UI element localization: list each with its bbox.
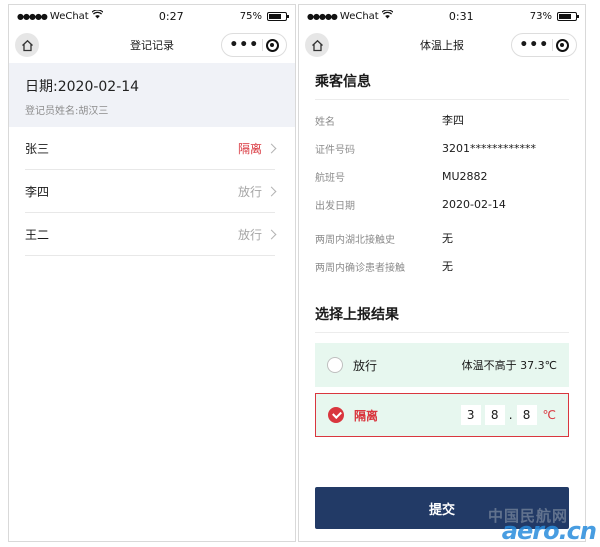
page-title: 体温上报 [420, 39, 464, 52]
field-label: 航班号 [315, 172, 345, 184]
decimal-point: . [508, 408, 513, 422]
chevron-right-icon [266, 229, 277, 239]
capsule-divider [551, 39, 553, 51]
temperature-digit-ones[interactable]: 8 [484, 405, 505, 425]
carrier-label: WeChat [339, 10, 379, 22]
passenger-name: 王二 [25, 227, 50, 242]
close-miniprogram-icon[interactable] [555, 38, 569, 52]
battery-icon [556, 11, 579, 21]
info-row-name: 姓名 李四 [315, 106, 569, 134]
watermark-logo: 中国民航网 aero.cn [426, 505, 597, 545]
field-value: MU2882 [442, 169, 488, 183]
status-bar: ●●●●● WeChat 0:27 75% [9, 5, 295, 27]
passenger-status: 放行 [237, 226, 277, 243]
status-label: 放行 [237, 184, 262, 199]
temperature-report-screen: ●●●●● WeChat 0:31 73% 体温上报 ••• 乘客信息 姓名 李… [298, 4, 586, 542]
battery-icon [266, 11, 289, 21]
passenger-status: 放行 [237, 183, 277, 200]
passenger-status: 隔离 [237, 140, 277, 157]
close-miniprogram-icon[interactable] [265, 38, 279, 52]
home-icon [311, 39, 323, 51]
battery-percent: 73% [529, 10, 552, 22]
home-button[interactable] [15, 33, 39, 57]
battery-percent: 75% [239, 10, 262, 22]
list-item[interactable]: 李四 放行 [25, 170, 277, 213]
page-title: 登记记录 [130, 39, 174, 52]
passenger-name: 张三 [25, 141, 50, 156]
watermark-en: aero.cn [501, 517, 597, 545]
info-row-departure-date: 出发日期 2020-02-14 [315, 190, 569, 218]
info-row-flight: 航班号 MU2882 [315, 162, 569, 190]
field-label: 两周内确诊患者接触 [315, 262, 405, 274]
status-label: 隔离 [237, 141, 262, 156]
signal-icon: ●●●●● [307, 11, 338, 21]
isolate-label: 隔离 [354, 408, 379, 423]
more-icon[interactable]: ••• [519, 38, 549, 52]
info-row-patient-contact: 两周内确诊患者接触 无 [315, 252, 569, 280]
passenger-info: 姓名 李四 证件号码 3201************ 航班号 MU2882 出… [299, 100, 585, 280]
wifi-icon [91, 9, 104, 22]
chevron-right-icon [266, 186, 277, 196]
clock: 0:31 [448, 9, 474, 23]
field-label: 姓名 [315, 116, 335, 128]
registration-records-screen: ●●●●● WeChat 0:27 75% 登记记录 ••• 日期:2020-0… [8, 4, 296, 542]
passenger-name: 李四 [25, 184, 50, 199]
signal-icon: ●●●●● [17, 11, 48, 21]
field-label: 证件号码 [315, 144, 355, 156]
capsule-divider [261, 39, 263, 51]
status-bar: ●●●●● WeChat 0:31 73% [299, 5, 585, 27]
result-title: 选择上报结果 [315, 307, 399, 323]
more-icon[interactable]: ••• [229, 38, 259, 52]
list-item[interactable]: 张三 隔离 [25, 127, 277, 170]
screenshot-stage: ●●●●● WeChat 0:27 75% 登记记录 ••• 日期:2020-0… [0, 0, 600, 547]
clock: 0:27 [158, 9, 184, 23]
temperature-digit-tens[interactable]: 3 [460, 405, 481, 425]
field-value: 李四 [442, 114, 464, 127]
date-header: 日期:2020-02-14 登记员姓名:胡汉三 [9, 63, 295, 127]
field-label: 出发日期 [315, 200, 355, 212]
record-date: 日期:2020-02-14 [25, 79, 140, 95]
wifi-icon [381, 9, 394, 22]
capsule-menu: ••• [221, 33, 287, 57]
status-label: 放行 [237, 227, 262, 242]
info-row-hubei-contact: 两周内湖北接触史 无 [315, 224, 569, 252]
release-label: 放行 [353, 358, 378, 373]
chevron-right-icon [266, 143, 277, 153]
home-icon [21, 39, 33, 51]
list-item[interactable]: 王二 放行 [25, 213, 277, 256]
field-value: 3201************ [442, 141, 536, 155]
passenger-list: 张三 隔离 李四 放行 王二 放行 [9, 127, 295, 256]
nav-bar: 体温上报 ••• [299, 27, 585, 63]
field-value: 无 [442, 232, 453, 245]
isolate-radio[interactable] [328, 407, 344, 423]
celsius-unit: ℃ [542, 408, 556, 422]
field-value: 2020-02-14 [442, 197, 506, 211]
release-option[interactable]: 放行 体温不高于 37.3℃ [315, 343, 569, 387]
home-button[interactable] [305, 33, 329, 57]
registrar-name: 登记员姓名:胡汉三 [25, 106, 109, 117]
info-row-id-number: 证件号码 3201************ [315, 134, 569, 162]
nav-bar: 登记记录 ••• [9, 27, 295, 63]
isolate-option[interactable]: 隔离 3 8 . 8 ℃ [315, 393, 569, 437]
release-radio[interactable] [327, 357, 343, 373]
field-label: 两周内湖北接触史 [315, 234, 395, 246]
temperature-digit-tenths[interactable]: 8 [516, 405, 537, 425]
temperature-threshold-note: 体温不高于 37.3℃ [461, 359, 557, 372]
passenger-info-title: 乘客信息 [315, 74, 371, 90]
divider [315, 332, 569, 333]
temperature-input: 3 8 . 8 ℃ [460, 405, 556, 425]
capsule-menu: ••• [511, 33, 577, 57]
field-value: 无 [442, 260, 453, 273]
carrier-label: WeChat [49, 10, 89, 22]
